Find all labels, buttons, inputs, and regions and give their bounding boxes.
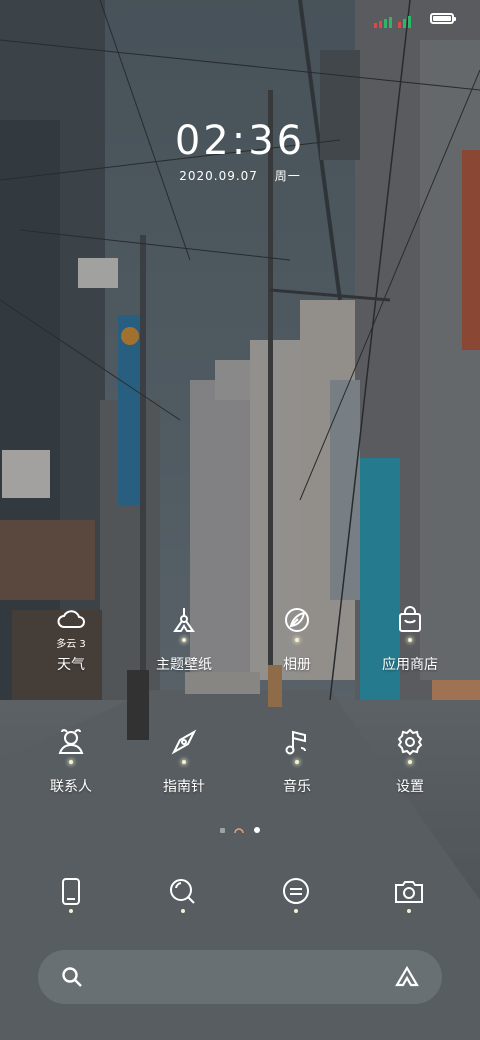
app-contacts[interactable]: 联系人 [21, 726, 121, 796]
clock-time[interactable]: 02:36 [0, 118, 480, 164]
app-label: 相册 [283, 657, 311, 673]
gear-icon [397, 728, 423, 756]
battery-icon [430, 13, 456, 24]
music-note-icon [285, 730, 306, 755]
app-compass[interactable]: 指南针 [134, 726, 234, 796]
contact-person-icon [58, 729, 84, 754]
cloud-icon [57, 610, 85, 628]
clock-date: 2020.09.07 [179, 169, 258, 183]
app-label: 指南针 [163, 779, 205, 795]
shopping-bag-icon [399, 606, 421, 632]
page-indicator[interactable] [0, 825, 480, 835]
search-browser-icon [170, 879, 195, 913]
glow-dot [408, 638, 412, 642]
app-label: 联系人 [50, 779, 92, 795]
battery-level [433, 16, 451, 21]
theme-brush-icon [173, 608, 195, 632]
page-dot-2 [234, 828, 244, 834]
clock-date-row[interactable]: 2020.09.07 周一 [0, 167, 480, 184]
app-store[interactable]: 应用商店 [360, 604, 460, 674]
app-label: 音乐 [283, 779, 311, 795]
app-label: 应用商店 [382, 657, 438, 673]
compass-icon [171, 729, 197, 755]
home-screen: 02:36 2020.09.07 周一 多云 3 天气 主题壁纸 相册 应用商店… [0, 0, 480, 1040]
leaf-photo-icon [285, 608, 309, 632]
page-dot-current [254, 827, 260, 833]
glow-dot [182, 760, 186, 764]
app-music[interactable]: 音乐 [247, 726, 347, 796]
glow-dot [295, 760, 299, 764]
glow-dot [69, 760, 73, 764]
app-settings[interactable]: 设置 [360, 726, 460, 796]
glow-dot [408, 760, 412, 764]
camera-icon [395, 881, 423, 913]
weather-summary: 多云 3 [56, 639, 86, 650]
search-bar[interactable] [38, 950, 442, 1004]
page-dot-1 [220, 828, 225, 833]
glow-dot [182, 638, 186, 642]
app-weather[interactable]: 多云 3 天气 [21, 604, 121, 674]
glow-dot [295, 638, 299, 642]
search-icon[interactable] [60, 965, 84, 989]
dock-messages[interactable] [276, 874, 316, 918]
signal-icon [374, 16, 411, 28]
dock-browser[interactable] [163, 874, 203, 918]
clock-weekday: 周一 [274, 169, 301, 183]
dock-phone[interactable] [51, 874, 91, 918]
app-gallery[interactable]: 相册 [247, 604, 347, 674]
message-icon [283, 878, 309, 913]
phone-icon [62, 878, 80, 913]
assistant-icon[interactable] [394, 965, 420, 989]
status-bar [0, 0, 480, 40]
app-label: 天气 [57, 657, 85, 673]
app-theme[interactable]: 主题壁纸 [134, 604, 234, 674]
app-label: 设置 [396, 779, 424, 795]
dock-camera[interactable] [389, 874, 429, 918]
app-label: 主题壁纸 [156, 657, 212, 673]
